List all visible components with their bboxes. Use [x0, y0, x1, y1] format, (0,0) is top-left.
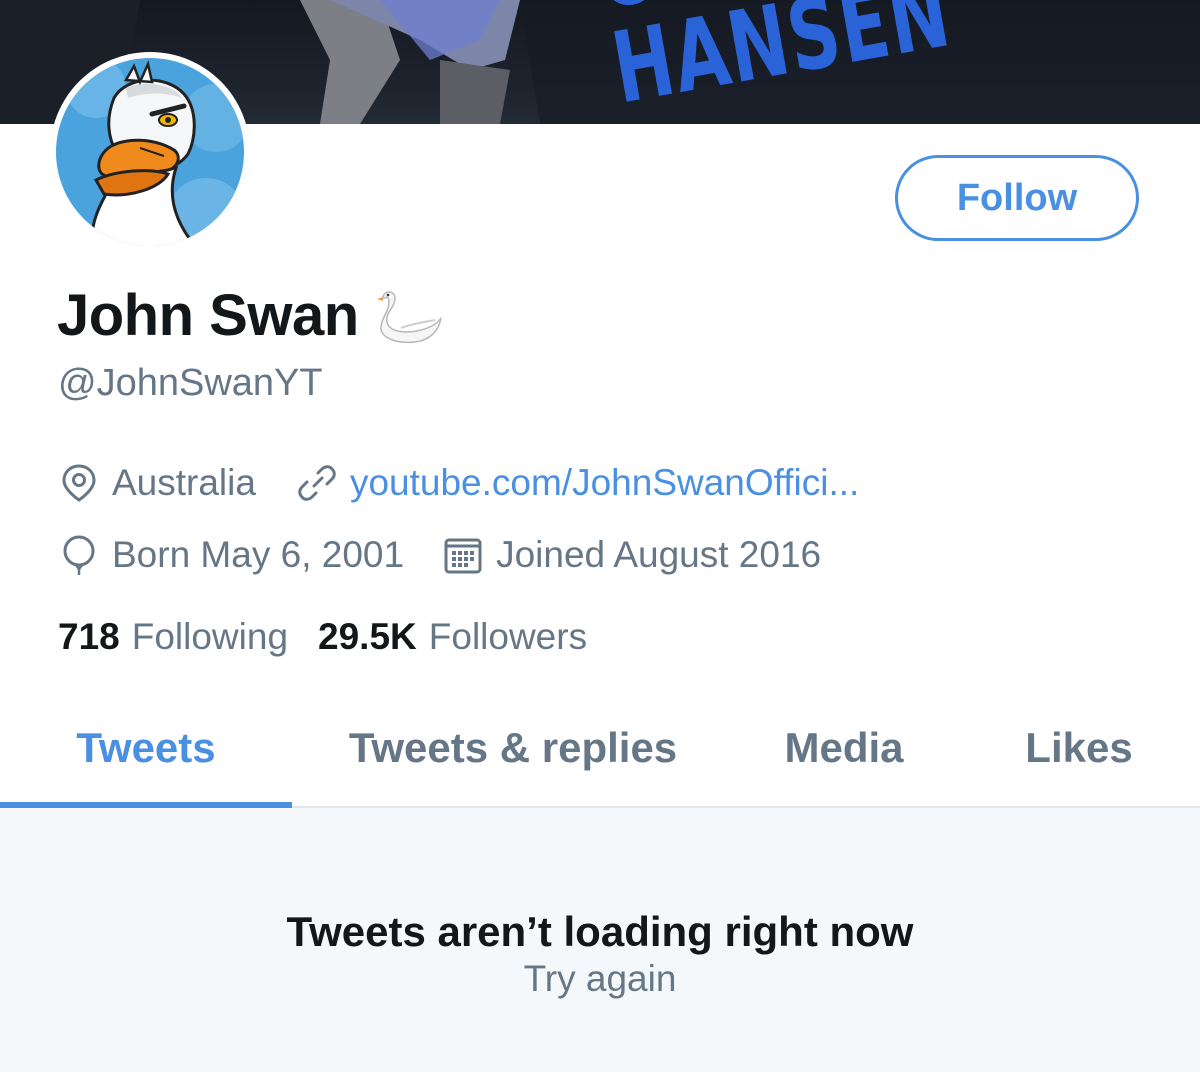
website-link[interactable]: youtube.com/JohnSwanOffici...	[350, 462, 859, 504]
birthday-item: Born May 6, 2001	[58, 534, 404, 576]
feed-error-message: Tweets aren’t loading right now	[286, 908, 914, 955]
profile-meta-row-1: Australia youtube.com/JohnSwanOffici...	[58, 462, 859, 504]
profile-tabs: Tweets Tweets & replies Media Likes	[0, 690, 1200, 808]
followers-label: Followers	[428, 616, 588, 657]
tab-likes[interactable]: Likes	[992, 690, 1166, 806]
location-pin-icon	[58, 462, 100, 504]
calendar-icon	[442, 534, 484, 576]
swan-avatar-icon	[56, 58, 244, 246]
location-text: Australia	[112, 462, 256, 503]
joined-item: Joined August 2016	[442, 534, 821, 576]
balloon-icon	[58, 534, 100, 576]
followers-stat[interactable]: 29.5K Followers	[318, 616, 587, 658]
location-item: Australia	[58, 462, 256, 504]
followers-count: 29.5K	[318, 616, 417, 657]
following-stat[interactable]: 718 Following	[58, 616, 288, 658]
username-handle: @JohnSwanYT	[58, 362, 323, 404]
link-icon	[296, 462, 338, 504]
follow-stats: 718 Following 29.5K Followers	[58, 616, 587, 658]
profile-page: CHRI HANSEN	[0, 0, 1200, 1072]
retry-area: Try again	[0, 958, 1200, 1000]
swan-emoji-icon	[375, 288, 445, 344]
follow-button[interactable]: Follow	[895, 155, 1139, 241]
tweets-feed: Tweets aren’t loading right now Try agai…	[0, 808, 1200, 1072]
tab-media[interactable]: Media	[750, 690, 938, 806]
following-label: Following	[131, 616, 289, 657]
tab-tweets-and-replies[interactable]: Tweets & replies	[316, 690, 710, 806]
profile-avatar[interactable]	[50, 52, 250, 252]
try-again-button[interactable]: Try again	[524, 958, 677, 999]
following-count: 718	[58, 616, 120, 657]
website-item[interactable]: youtube.com/JohnSwanOffici...	[296, 462, 859, 504]
tab-tweets[interactable]: Tweets	[0, 690, 292, 806]
display-name: John Swan	[57, 282, 445, 349]
profile-meta-row-2: Born May 6, 2001 Joined August 2016	[58, 534, 821, 576]
display-name-text: John Swan	[57, 283, 359, 348]
birthday-text: Born May 6, 2001	[112, 534, 405, 575]
joined-text: Joined August 2016	[496, 534, 822, 575]
